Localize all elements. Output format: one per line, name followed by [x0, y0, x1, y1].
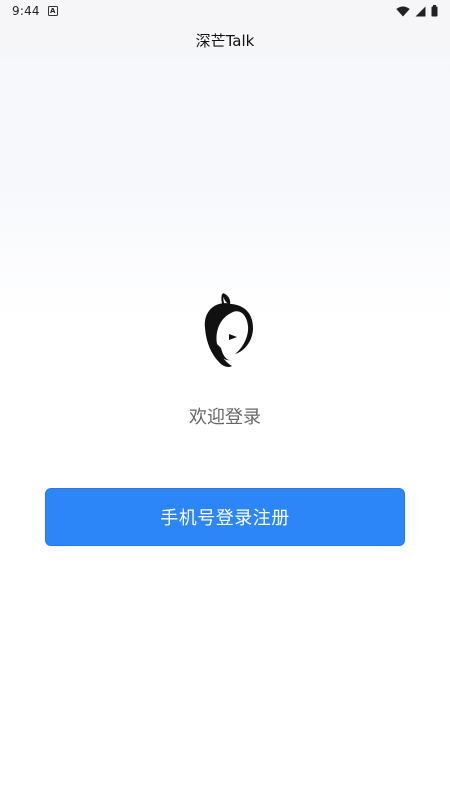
- page-title: 深芒Talk: [195, 31, 255, 50]
- signal-icon: [415, 6, 426, 16]
- wifi-icon: [396, 6, 410, 16]
- mango-app-logo: [195, 290, 255, 376]
- status-left: 9:44 A: [12, 4, 58, 18]
- status-right: [396, 5, 438, 17]
- phone-login-register-button[interactable]: 手机号登录注册: [45, 488, 405, 546]
- status-time: 9:44: [12, 4, 40, 18]
- a-box-icon: A: [47, 6, 58, 16]
- welcome-text: 欢迎登录: [189, 407, 261, 428]
- title-bar: 深芒Talk: [0, 22, 450, 58]
- status-bar: 9:44 A: [0, 0, 450, 22]
- battery-icon: [431, 5, 438, 17]
